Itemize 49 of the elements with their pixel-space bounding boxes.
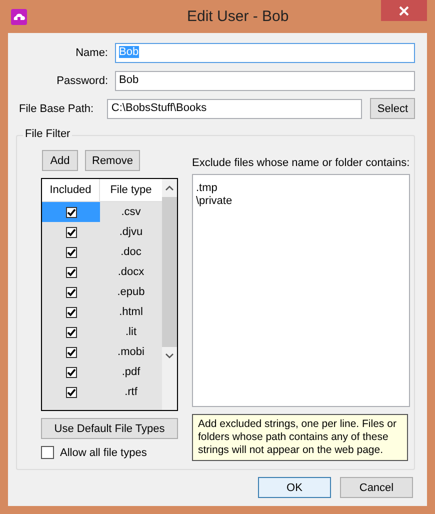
column-header[interactable]: Included bbox=[42, 179, 100, 201]
table-cell-text: .html bbox=[118, 305, 144, 320]
path-field[interactable]: C:\BobsStuff\Books bbox=[107, 98, 362, 118]
column-header[interactable]: File type bbox=[100, 179, 162, 201]
checkbox[interactable] bbox=[66, 346, 76, 358]
table-cell-text: .doc bbox=[120, 245, 142, 260]
field-label: File Base Path: bbox=[18, 102, 95, 114]
checkbox[interactable] bbox=[66, 266, 76, 278]
field-label: Password: bbox=[56, 74, 109, 86]
table-cell-text: .csv bbox=[120, 205, 142, 220]
hint-text: Add excluded strings, one per line. Files or folders whose path contains any of these strings will not appear on the web page. bbox=[192, 414, 408, 461]
table-cell-text: .epub bbox=[116, 285, 146, 300]
input-field[interactable]: Bob bbox=[115, 70, 415, 90]
checkbox[interactable] bbox=[66, 246, 76, 258]
app-icon bbox=[11, 8, 27, 24]
add-button[interactable]: Add bbox=[42, 150, 78, 171]
included-cell[interactable] bbox=[42, 202, 100, 222]
text-line: \private bbox=[196, 195, 234, 208]
checkbox[interactable] bbox=[66, 366, 76, 378]
table-cell-text: .pdf bbox=[120, 365, 142, 380]
select-button[interactable]: Select bbox=[370, 98, 415, 119]
remove-button[interactable]: Remove bbox=[85, 150, 140, 171]
cancel-button[interactable]: Cancel bbox=[340, 477, 413, 498]
table-cell-text: .mobi bbox=[116, 345, 146, 360]
ok-button[interactable]: OK bbox=[258, 477, 331, 498]
exclude-label: Exclude files whose name or folder contains: bbox=[192, 157, 410, 171]
checkbox[interactable] bbox=[66, 206, 76, 218]
checkbox-label[interactable]: Allow all file types bbox=[60, 446, 147, 458]
close-button[interactable] bbox=[381, 0, 427, 21]
checkbox[interactable] bbox=[66, 286, 76, 298]
close-icon bbox=[399, 6, 409, 16]
checkbox[interactable] bbox=[66, 226, 76, 238]
scroll-down-icon[interactable] bbox=[165, 353, 174, 359]
checkbox[interactable] bbox=[66, 306, 76, 318]
checkbox[interactable] bbox=[66, 386, 76, 398]
scroll-up-icon[interactable] bbox=[165, 185, 174, 191]
window-title: Edit User - Bob bbox=[187, 8, 289, 25]
checkbox[interactable] bbox=[41, 446, 54, 459]
exclude-text-area[interactable]: .tmp \private bbox=[192, 174, 410, 407]
field-label: Name: bbox=[74, 46, 109, 58]
text-line: .tmp bbox=[196, 182, 218, 195]
table-cell-text: .rtf bbox=[124, 385, 138, 400]
default-types-button[interactable]: Use Default File Types bbox=[41, 418, 178, 439]
table-cell-text: .lit bbox=[124, 325, 138, 340]
table-cell-text: .docx bbox=[116, 265, 146, 280]
checkbox[interactable] bbox=[66, 326, 76, 338]
table-cell-text: .djvu bbox=[118, 225, 144, 240]
group-title: File Filter bbox=[23, 128, 72, 140]
scrollbar[interactable] bbox=[162, 179, 177, 410]
